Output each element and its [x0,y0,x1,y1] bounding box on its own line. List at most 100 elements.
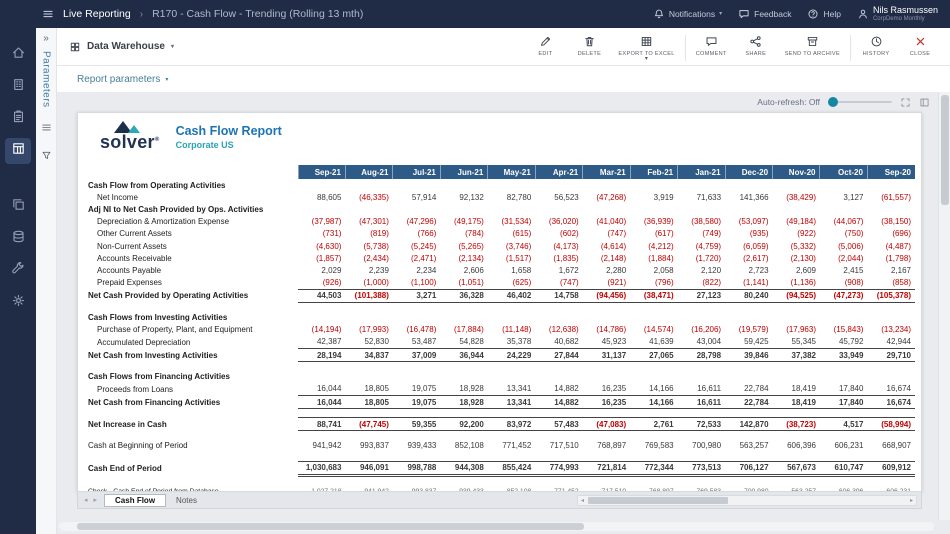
expand-parameters-button[interactable]: » [43,33,49,45]
comment-button[interactable]: COMMENT [689,32,734,57]
breadcrumb-section[interactable]: Live Reporting [63,8,131,20]
cell-value [488,203,535,215]
cell-value: 27,123 [677,288,726,303]
cell-value [298,409,345,418]
sidebar-item-tools[interactable] [5,258,31,284]
table-row [86,362,915,371]
cell-value [583,203,630,215]
cell-value: 1,027,218 [311,488,342,492]
sidebar-item-reports[interactable] [5,138,31,164]
user-icon [857,8,869,20]
menu-icon[interactable] [41,120,52,138]
cell-value: 40,682 [554,337,579,347]
parameters-label[interactable]: Parameters [41,51,52,108]
history-button[interactable]: HISTORY [854,32,898,57]
cell-value [630,452,677,461]
cell-value [440,311,487,323]
cell-value [440,409,487,418]
sidebar-item-data[interactable] [5,226,31,252]
cell-value: 2,606 [463,265,484,275]
cell-value [820,311,867,323]
cell-value: 941,942 [312,441,342,451]
cell-value: (47,268) [596,192,627,202]
edit-button[interactable]: EDIT [523,32,567,57]
scrollbar-thumb[interactable] [76,523,584,530]
scrollbar-thumb[interactable] [941,95,949,205]
delete-button[interactable]: DELETE [567,32,611,57]
feedback-button[interactable]: Feedback [738,8,791,20]
auto-refresh-text: Auto-refresh: [757,97,807,107]
sidebar-item-organization[interactable] [5,74,31,100]
tab-scroll-left-icon[interactable]: ◂ [82,496,90,504]
cell-value: (731) [322,229,342,239]
scroll-right-icon[interactable]: ▸ [908,497,915,504]
filter-icon[interactable] [41,148,52,166]
cell-value [298,311,345,323]
cell-value [345,203,392,215]
data-source-selector[interactable]: Data Warehouse ▾ [69,41,174,53]
cell-value [393,362,440,371]
page-horizontal-scrollbar[interactable] [59,522,934,531]
solver-logo-text: solver® [100,132,160,152]
cell-value: 16,235 [582,394,631,410]
user-menu[interactable]: Nils Rasmussen CorpDemo Monthly [857,5,938,23]
panel-toggle-icon[interactable] [919,97,930,108]
expand-icon[interactable] [900,97,911,108]
sidebar-item-settings[interactable] [5,290,31,316]
tab-scroll-right-icon[interactable]: ▸ [92,496,100,504]
help-button[interactable]: Help [807,8,841,20]
tab-notes[interactable]: Notes [166,495,207,506]
cell-value [678,409,725,418]
cell-value [393,452,440,461]
export-to-excel-button[interactable]: EXPORT TO EXCEL ▾ [611,32,681,62]
cell-value: 769,583 [644,441,674,451]
column-header: Oct-20 [819,165,868,179]
table-row [86,452,915,461]
sidebar-item-assignments[interactable] [5,106,31,132]
cell-value: 14,166 [649,384,674,394]
auto-refresh-slider[interactable] [828,97,892,107]
cell-value: 717,510 [549,441,579,451]
copy-icon [11,197,26,217]
cell-value: 18,805 [364,384,389,394]
scrollbar-thumb[interactable] [588,496,729,504]
send-to-archive-button[interactable]: SEND TO ARCHIVE [778,32,847,57]
caret-down-icon[interactable]: ▾ [165,76,168,83]
cell-value: (41,040) [596,217,627,227]
cell-value [725,371,772,383]
sidebar-item-documents[interactable] [5,194,31,220]
cell-value [345,179,392,191]
cell-value: 92,132 [459,192,484,202]
cell-value [298,203,345,215]
cell-value: 18,805 [345,394,393,410]
sidebar-item-home[interactable] [5,42,31,68]
menu-icon[interactable] [42,8,54,20]
cell-value: (921) [607,278,627,288]
slider-knob[interactable] [828,97,838,107]
report-parameters-label[interactable]: Report parameters [77,74,160,85]
content-area: Data Warehouse ▾ EDIT DELETE EXPORT TO EXC… [57,28,950,534]
tab-cash-flow[interactable]: Cash Flow [104,493,167,507]
cell-value: 2,239 [368,265,389,275]
sheet-tabs: Cash Flow Notes [104,493,207,507]
scroll-left-icon[interactable]: ◂ [579,497,586,504]
cell-value [393,475,440,484]
cell-value [867,475,915,484]
table-row: Net Cash from Financing Activities 16,044… [86,394,915,410]
cell-value: (94,456) [582,288,631,303]
cell-value [725,475,772,484]
cell-value: 2,234 [416,265,437,275]
cell-value: 57,483 [535,417,583,432]
horizontal-scrollbar[interactable]: ◂ ▸ [577,494,917,506]
cell-value: 44,503 [298,288,346,303]
table-row: Cash Flow from Operating Activities [86,179,915,191]
notifications-button[interactable]: Notifications ▾ [653,8,722,20]
table-row: Net Cash Provided by Operating Activitie… [86,288,915,303]
close-button[interactable]: CLOSE [898,32,942,57]
row-label: Net Income [97,192,138,202]
toolbar-divider [684,34,686,61]
row-label: Cash End of Period [88,463,162,473]
cell-value: (44,067) [833,217,864,227]
vertical-scrollbar[interactable] [938,92,950,520]
share-button[interactable]: SHARE [734,32,778,57]
